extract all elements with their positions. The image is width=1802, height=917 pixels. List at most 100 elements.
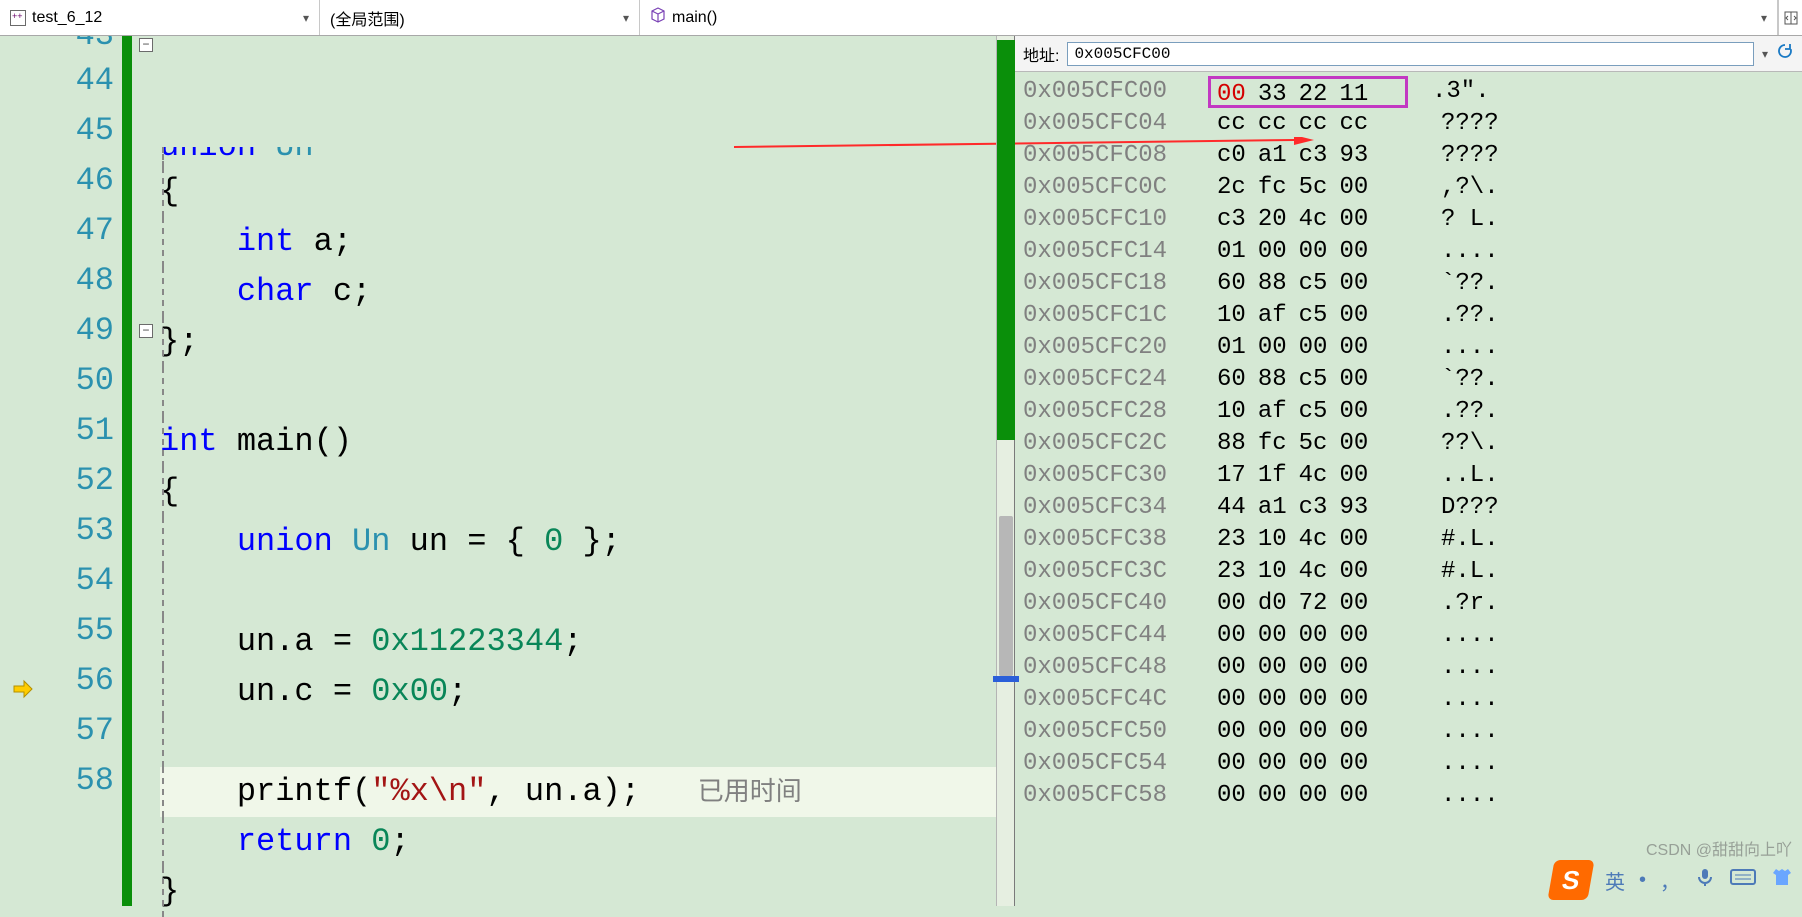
memory-row[interactable]: 0x005CFC1C10afc500.??. [1023,300,1802,332]
ime-bar: S 英 • ， [1551,860,1794,900]
memory-row[interactable]: 0x005CFC5400000000.... [1023,748,1802,780]
ime-lang[interactable]: 英 [1605,866,1625,895]
memory-row[interactable]: 0x005CFC2001000000.... [1023,332,1802,364]
code-line[interactable] [160,367,996,417]
memory-row[interactable]: 0x005CFC30171f4c00..L. [1023,460,1802,492]
code-line[interactable]: printf("%x\n", un.a); 已用时间 [160,767,996,817]
memory-bytes: cccccccc [1217,108,1417,140]
memory-address: 0x005CFC50 [1023,716,1193,748]
memory-row[interactable]: 0x005CFC1401000000.... [1023,236,1802,268]
code-line[interactable]: { [160,467,996,517]
code-line[interactable]: } [160,867,996,917]
code-editor[interactable]: 43444546474849505152535455565758 −− unio… [0,36,1015,906]
code-line[interactable]: int main() [160,417,996,467]
memory-row[interactable]: 0x005CFC10c3204c00? L. [1023,204,1802,236]
split-editor-button[interactable] [1778,0,1802,35]
breakpoint-gutter[interactable] [0,606,42,656]
memory-row[interactable]: 0x005CFC4800000000.... [1023,652,1802,684]
breakpoint-gutter[interactable] [0,506,42,556]
memory-ascii: ..L. [1441,460,1499,492]
breakpoint-gutter[interactable] [0,206,42,256]
breakpoint-gutter[interactable] [0,756,42,806]
breakpoint-gutter[interactable] [0,56,42,106]
memory-row[interactable]: 0x005CFC3823104c00#.L. [1023,524,1802,556]
memory-body[interactable]: 0x005CFC0000332211.3".0x005CFC04 cccccccc… [1015,72,1802,906]
breakpoint-gutter[interactable] [0,356,42,406]
memory-address: 0x005CFC4C [1023,684,1193,716]
memory-ascii: ,?\. [1441,172,1499,204]
code-line[interactable] [160,717,996,767]
memory-row[interactable]: 0x005CFC4C00000000.... [1023,684,1802,716]
breakpoint-gutter[interactable] [0,36,42,56]
memory-row[interactable]: 0x005CFC5800000000.... [1023,780,1802,812]
code-line[interactable]: { [160,167,996,217]
breakpoint-gutter[interactable] [0,706,42,756]
memory-row[interactable]: 0x005CFC04cccccccc???? [1023,108,1802,140]
breakpoint-gutter[interactable] [0,256,42,306]
breakpoint-gutter[interactable] [0,406,42,456]
memory-bytes: 01000000 [1217,236,1417,268]
memory-address: 0x005CFC04 [1023,108,1193,140]
memory-row[interactable]: 0x005CFC4400000000.... [1023,620,1802,652]
fold-toggle[interactable]: − [139,324,153,338]
ime-punct[interactable]: ， [1660,866,1680,895]
code-line[interactable]: un.a = 0x11223344; [160,617,996,667]
editor-scrollbar[interactable] [996,36,1014,906]
address-input[interactable] [1067,42,1754,66]
scope-function-dropdown[interactable]: main() [640,0,1778,35]
memory-bytes: 6088c500 [1217,364,1417,396]
memory-ascii: `??. [1441,268,1499,300]
refresh-button[interactable] [1776,42,1794,65]
memory-row[interactable]: 0x005CFC5000000000.... [1023,716,1802,748]
line-number: 58 [42,756,114,806]
memory-address: 0x005CFC3C [1023,556,1193,588]
line-number: 43 [42,36,114,56]
memory-row[interactable]: 0x005CFC2810afc500.??. [1023,396,1802,428]
code-line[interactable]: return 0; [160,817,996,867]
code-line[interactable]: int a; [160,217,996,267]
mic-icon[interactable] [1694,866,1716,894]
memory-address: 0x005CFC0C [1023,172,1193,204]
memory-bytes: 00d07200 [1217,588,1417,620]
memory-address: 0x005CFC20 [1023,332,1193,364]
scope-file-dropdown[interactable]: test_6_12 [0,0,320,35]
memory-address: 0x005CFC2C [1023,428,1193,460]
scroll-thumb[interactable] [999,516,1013,676]
keyboard-icon[interactable] [1730,866,1756,894]
memory-row[interactable]: 0x005CFC0C2cfc5c00,?\. [1023,172,1802,204]
code-line[interactable]: un.c = 0x00; [160,667,996,717]
breakpoint-gutter[interactable] [0,106,42,156]
shirt-icon[interactable] [1770,866,1794,894]
memory-row[interactable]: 0x005CFC186088c500`??. [1023,268,1802,300]
breakpoint-gutter[interactable] [0,456,42,506]
line-number: 49 [42,306,114,356]
chevron-down-icon[interactable]: ▾ [1762,47,1768,61]
memory-bytes: 23104c00 [1217,556,1417,588]
code-line[interactable]: union Un [160,147,996,167]
address-label: 地址: [1023,42,1059,66]
memory-row[interactable]: 0x005CFC2C88fc5c00??\. [1023,428,1802,460]
breakpoint-gutter[interactable] [0,556,42,606]
memory-row[interactable]: 0x005CFC3444a1c393D??? [1023,492,1802,524]
memory-bytes: 00000000 [1217,780,1417,812]
memory-row[interactable]: 0x005CFC08c0a1c393???? [1023,140,1802,172]
breakpoint-gutter[interactable] [0,656,42,706]
code-line[interactable] [160,567,996,617]
fold-toggle[interactable]: − [139,38,153,52]
memory-row[interactable]: 0x005CFC0000332211.3". [1023,76,1802,108]
code-line[interactable]: char c; [160,267,996,317]
memory-address: 0x005CFC10 [1023,204,1193,236]
memory-row[interactable]: 0x005CFC246088c500`??. [1023,364,1802,396]
sogou-logo-icon[interactable]: S [1547,860,1594,900]
code-line[interactable]: }; [160,317,996,367]
ime-dot-icon[interactable]: • [1639,869,1646,892]
scope-global-dropdown[interactable]: (全局范围) [320,0,640,35]
breakpoint-gutter[interactable] [0,306,42,356]
scope-file-label: test_6_12 [32,9,102,27]
memory-ascii: ??\. [1441,428,1499,460]
code-line[interactable]: union Un un = { 0 }; [160,517,996,567]
line-number: 56 [42,656,114,706]
breakpoint-gutter[interactable] [0,156,42,206]
memory-row[interactable]: 0x005CFC4000d07200.?r. [1023,588,1802,620]
memory-row[interactable]: 0x005CFC3C23104c00#.L. [1023,556,1802,588]
